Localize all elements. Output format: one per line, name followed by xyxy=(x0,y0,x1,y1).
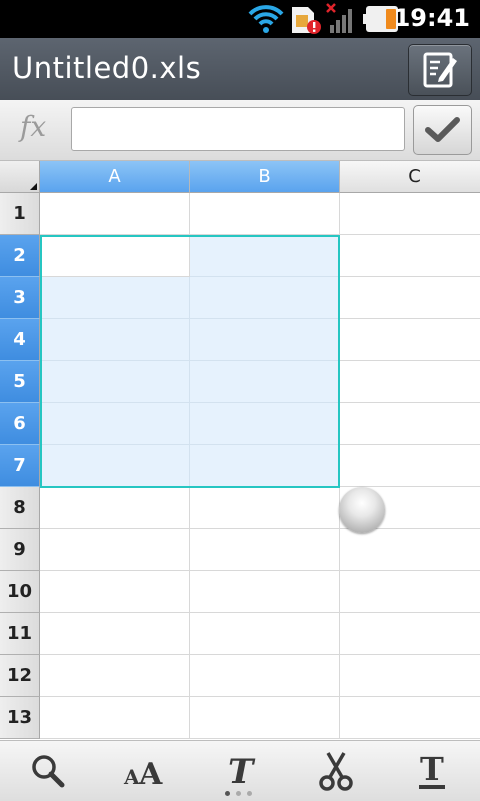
search-button[interactable] xyxy=(0,741,96,801)
cell-c6[interactable] xyxy=(340,403,480,445)
spreadsheet-grid[interactable]: A B C 1 2 3 4 5 6 7 8 9 10 11 12 13 xyxy=(0,161,480,740)
cell-a13[interactable] xyxy=(40,697,190,739)
cell-b11[interactable] xyxy=(190,613,340,655)
cell-b2[interactable] xyxy=(190,235,340,277)
select-all-corner[interactable] xyxy=(0,161,40,193)
row-header-9[interactable]: 9 xyxy=(0,529,40,571)
page-dot xyxy=(247,791,252,796)
svg-text:T: T xyxy=(420,750,444,788)
cell-c3[interactable] xyxy=(340,277,480,319)
sim-alert-icon xyxy=(292,7,321,34)
italic-icon: T xyxy=(228,752,256,792)
wifi-icon xyxy=(248,5,284,33)
cell-c2[interactable] xyxy=(340,235,480,277)
confirm-button[interactable] xyxy=(413,105,472,155)
font-size-button[interactable]: A A xyxy=(96,741,192,801)
cell-a4[interactable] xyxy=(40,319,190,361)
cell-b10[interactable] xyxy=(190,571,340,613)
row-header-13[interactable]: 13 xyxy=(0,697,40,739)
cell-a2[interactable] xyxy=(40,235,190,277)
column-header-a[interactable]: A xyxy=(40,161,190,193)
row-header-10[interactable]: 10 xyxy=(0,571,40,613)
clock: 19:41 xyxy=(393,4,470,32)
row-header-5[interactable]: 5 xyxy=(0,361,40,403)
row-header-8[interactable]: 8 xyxy=(0,487,40,529)
corner-triangle-icon xyxy=(30,183,37,190)
cut-icon xyxy=(319,752,353,791)
cell-a3[interactable] xyxy=(40,277,190,319)
signal-icon xyxy=(326,3,352,33)
underline-button[interactable]: T xyxy=(384,741,480,801)
formula-bar: fx xyxy=(0,100,480,161)
cell-a10[interactable] xyxy=(40,571,190,613)
fx-icon: fx xyxy=(20,110,47,143)
cell-b9[interactable] xyxy=(190,529,340,571)
page-dot xyxy=(236,791,241,796)
search-icon xyxy=(32,755,65,788)
cell-c7[interactable] xyxy=(340,445,480,487)
cell-c10[interactable] xyxy=(340,571,480,613)
cell-a8[interactable] xyxy=(40,487,190,529)
cell-c12[interactable] xyxy=(340,655,480,697)
edit-document-icon xyxy=(423,52,457,88)
status-bar: 19:41 xyxy=(0,0,480,38)
cell-b6[interactable] xyxy=(190,403,340,445)
cell-b1[interactable] xyxy=(190,193,340,235)
cell-b7[interactable] xyxy=(190,445,340,487)
row-header-3[interactable]: 3 xyxy=(0,277,40,319)
font-size-icon: A A xyxy=(123,757,163,791)
page-dot-active xyxy=(225,791,230,796)
cell-a5[interactable] xyxy=(40,361,190,403)
row-header-4[interactable]: 4 xyxy=(0,319,40,361)
bottom-toolbar: A A T T xyxy=(0,740,480,801)
column-header-c[interactable]: C xyxy=(340,161,480,193)
cell-c5[interactable] xyxy=(340,361,480,403)
cell-a11[interactable] xyxy=(40,613,190,655)
cell-b3[interactable] xyxy=(190,277,340,319)
cell-a12[interactable] xyxy=(40,655,190,697)
svg-text:T: T xyxy=(228,752,256,792)
row-header-1[interactable]: 1 xyxy=(0,193,40,235)
row-header-12[interactable]: 12 xyxy=(0,655,40,697)
cell-c1[interactable] xyxy=(340,193,480,235)
cell-c4[interactable] xyxy=(340,319,480,361)
checkmark-icon xyxy=(425,117,460,142)
cut-button[interactable] xyxy=(288,741,384,801)
cell-c13[interactable] xyxy=(340,697,480,739)
cell-a7[interactable] xyxy=(40,445,190,487)
document-title: Untitled0.xls xyxy=(12,51,202,85)
formula-input[interactable] xyxy=(71,107,405,151)
cell-b5[interactable] xyxy=(190,361,340,403)
row-header-2[interactable]: 2 xyxy=(0,235,40,277)
column-header-b[interactable]: B xyxy=(190,161,340,193)
cell-a1[interactable] xyxy=(40,193,190,235)
row-header-6[interactable]: 6 xyxy=(0,403,40,445)
underline-icon: T xyxy=(419,750,445,789)
cell-a6[interactable] xyxy=(40,403,190,445)
title-bar: Untitled0.xls xyxy=(0,38,480,101)
cell-b8[interactable] xyxy=(190,487,340,529)
cell-b13[interactable] xyxy=(190,697,340,739)
toolbar-page-indicator xyxy=(225,791,255,797)
cell-c11[interactable] xyxy=(340,613,480,655)
edit-button[interactable] xyxy=(408,44,472,96)
svg-text:A: A xyxy=(123,765,140,789)
cell-a9[interactable] xyxy=(40,529,190,571)
row-header-7[interactable]: 7 xyxy=(0,445,40,487)
cell-c9[interactable] xyxy=(340,529,480,571)
cell-b12[interactable] xyxy=(190,655,340,697)
selection-resize-handle[interactable] xyxy=(339,487,385,533)
row-header-11[interactable]: 11 xyxy=(0,613,40,655)
svg-text:A: A xyxy=(138,757,163,791)
cell-b4[interactable] xyxy=(190,319,340,361)
